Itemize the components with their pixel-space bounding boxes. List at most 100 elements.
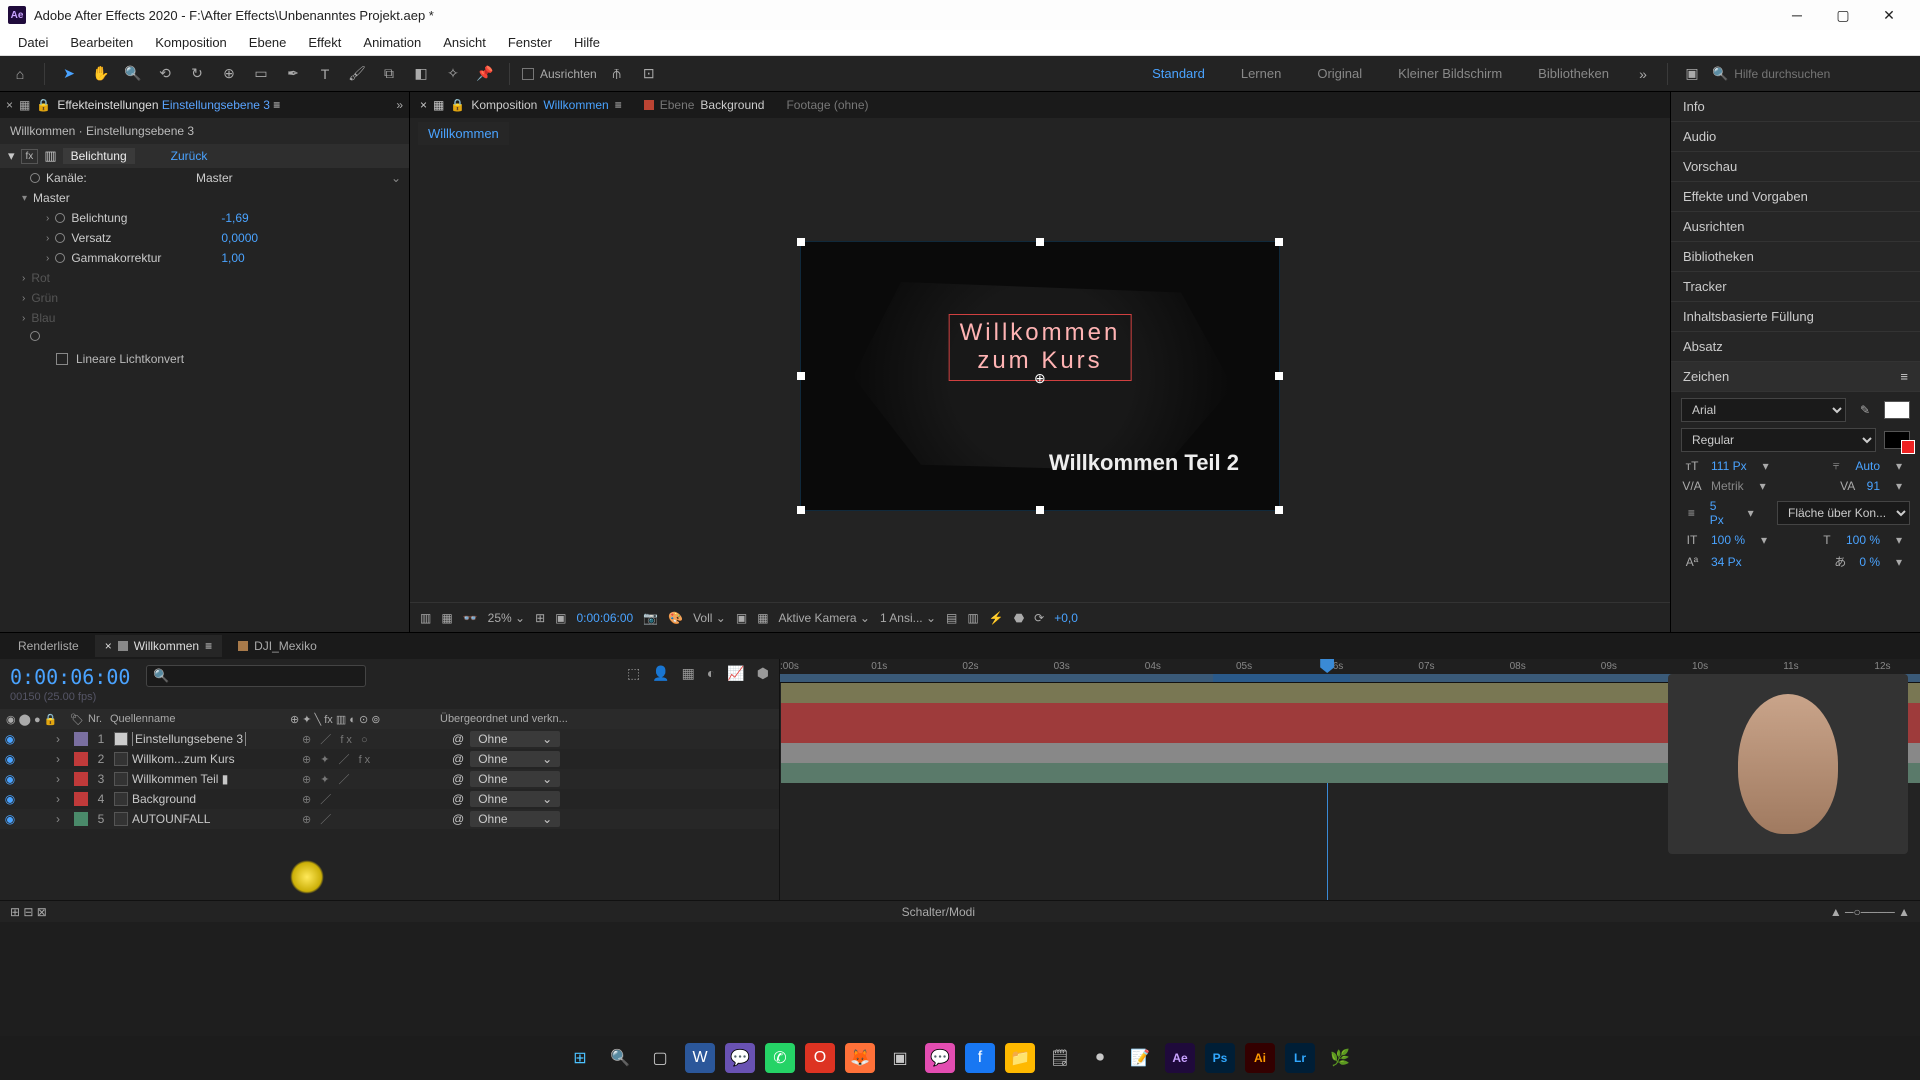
parent-dropdown[interactable]: Ohne⌄ [470,811,560,827]
tracking-value[interactable]: 91 [1867,479,1880,493]
menu-ebene[interactable]: Ebene [239,32,297,53]
menu-effekt[interactable]: Effekt [298,32,351,53]
layer-switches[interactable]: ⊕ ／ [302,791,452,807]
parent-dropdown[interactable]: Ohne⌄ [470,731,560,747]
canvas[interactable]: Willkommen zum Kurs Willkommen Teil 2 ⊕ [800,241,1280,511]
whatsapp-icon[interactable]: ✆ [765,1043,795,1073]
app-icon-generic[interactable]: 🗒 [1045,1043,1075,1073]
tab-dji-mexiko[interactable]: DJI_Mexiko [228,635,327,657]
eye-icon[interactable]: ◉ [0,792,20,806]
transform-handle[interactable] [797,238,805,246]
parent-dropdown[interactable]: Ohne⌄ [470,771,560,787]
parent-link[interactable]: @Ohne⌄ [452,751,602,767]
comp-flowchart-icon[interactable]: ⬚ [627,665,640,682]
layer-row[interactable]: ◉ › 2 Willkom...zum Kurs ⊕ ✦ ／ fx @Ohne⌄ [0,749,779,769]
color-icon[interactable]: 🎨 [668,611,683,625]
work-area-marker[interactable] [1213,674,1350,682]
panel-info[interactable]: Info [1671,92,1920,122]
expand-icon[interactable]: › [56,732,70,746]
menu-datei[interactable]: Datei [8,32,58,53]
group-master[interactable]: ▾Master [0,188,409,208]
snap-icon[interactable]: ⫚ [605,62,629,86]
layer-tab[interactable]: Ebene Background [644,98,765,112]
panel-vorschau[interactable]: Vorschau [1671,152,1920,182]
effect-preset-icon[interactable]: ▥ [44,148,56,164]
grid-icon[interactable]: ⊞ [535,611,545,625]
workspace-original[interactable]: Original [1303,66,1376,81]
transform-handle[interactable] [797,372,805,380]
hand-tool-icon[interactable]: ✋ [89,62,113,86]
word-icon[interactable]: W [685,1043,715,1073]
pixel-icon[interactable]: ▥ [967,611,978,625]
panel-absatz[interactable]: Absatz [1671,332,1920,362]
anchor-icon[interactable]: ⊕ [1034,370,1046,387]
explorer-icon[interactable]: 📁 [1005,1043,1035,1073]
mask-icon[interactable]: ▥ [420,611,431,625]
text-layer-2[interactable]: Willkommen Teil 2 [1049,450,1239,476]
font-size-value[interactable]: 111 Px [1711,459,1747,473]
parent-link[interactable]: @Ohne⌄ [452,731,602,747]
notepad-icon[interactable]: 📝 [1125,1043,1155,1073]
menu-fenster[interactable]: Fenster [498,32,562,53]
prop-exposure[interactable]: ›Belichtung-1,69 [0,208,409,228]
lightroom-icon[interactable]: Lr [1285,1043,1315,1073]
dropdown-icon[interactable]: ⌄ [391,171,401,185]
firefox-icon[interactable]: 🦊 [845,1043,875,1073]
panel-zeichen[interactable]: Zeichen≡ [1671,362,1920,392]
exposure-display[interactable]: +0,0 [1054,611,1078,625]
parent-link[interactable]: @Ohne⌄ [452,771,602,787]
transparency-icon[interactable]: ▦ [757,611,768,625]
start-icon[interactable]: ⊞ [565,1043,595,1073]
expand-icon[interactable]: › [56,772,70,786]
help-search[interactable]: 🔍 [1712,66,1912,82]
rotate-tool-icon[interactable]: ↻ [185,62,209,86]
prop-gamma[interactable]: ›Gammakorrektur1,00 [0,248,409,268]
comp-breadcrumb[interactable]: Willkommen [418,122,509,145]
expand-icon[interactable]: › [56,792,70,806]
layer-row[interactable]: ◉ › 5 AUTOUNFALL ⊕ ／ @Ohne⌄ [0,809,779,829]
label-swatch[interactable] [74,792,88,806]
transform-handle[interactable] [1275,372,1283,380]
fast-icon[interactable]: ⚡ [989,611,1004,625]
layer-row[interactable]: ◉ › 4 Background ⊕ ／ @Ohne⌄ [0,789,779,809]
orbit-tool-icon[interactable]: ⟲ [153,62,177,86]
layer-row[interactable]: ◉ › 1 Einstellungsebene 3 ⊕ ／ fx ○ @Ohne… [0,729,779,749]
brush-tool-icon[interactable]: 🖌 [345,62,369,86]
selection-tool-icon[interactable]: ➤ [57,62,81,86]
menu-komposition[interactable]: Komposition [145,32,237,53]
opera-icon[interactable]: O [805,1043,835,1073]
workspace-standard[interactable]: Standard [1138,66,1219,81]
tsume-value[interactable]: 0 % [1859,555,1880,569]
stopwatch-icon[interactable] [30,173,40,183]
review-icon[interactable]: ▣ [1680,62,1704,86]
layer-name[interactable]: Background [132,792,302,806]
eraser-tool-icon[interactable]: ◧ [409,62,433,86]
facebook-icon[interactable]: f [965,1043,995,1073]
panel-lock-icon[interactable]: 🔒 [36,98,51,112]
camera-dropdown[interactable]: Aktive Kamera ⌄ [779,611,870,625]
renderer-icon[interactable]: ⟳ [1034,611,1044,625]
layer-name[interactable]: Einstellungsebene 3 [132,732,302,746]
align-toggle[interactable]: Ausrichten [522,67,597,81]
illustrator-icon[interactable]: Ai [1245,1043,1275,1073]
views-dropdown[interactable]: 1 Ansi... ⌄ [880,611,936,625]
stroke-width-value[interactable]: 5 Px [1710,499,1733,527]
menu-hilfe[interactable]: Hilfe [564,32,610,53]
stroke-swatch[interactable] [1884,431,1910,449]
shy-icon[interactable]: 👤 [652,665,669,682]
baseline-value[interactable]: 34 Px [1711,555,1742,569]
pickwhip-icon[interactable]: @ [452,812,464,826]
graph-icon[interactable]: 📈 [727,665,744,682]
hscale-value[interactable]: 100 % [1846,533,1880,547]
label-swatch[interactable] [74,752,88,766]
kerning-value[interactable]: Metrik [1711,479,1744,493]
frame-blend-icon[interactable]: ▦ [682,665,695,682]
stopwatch-icon[interactable] [30,331,40,341]
eyedropper-icon[interactable]: ✎ [1854,403,1876,417]
home-icon[interactable]: ⌂ [8,62,32,86]
fx-toggle-icon[interactable]: fx [21,149,39,164]
snap-options-icon[interactable]: ⊡ [637,62,661,86]
linear-light-toggle[interactable]: Lineare Lichtkonvert [0,344,409,374]
panel-content-fill[interactable]: Inhaltsbasierte Füllung [1671,302,1920,332]
group-gruen[interactable]: ›Grün [0,288,409,308]
